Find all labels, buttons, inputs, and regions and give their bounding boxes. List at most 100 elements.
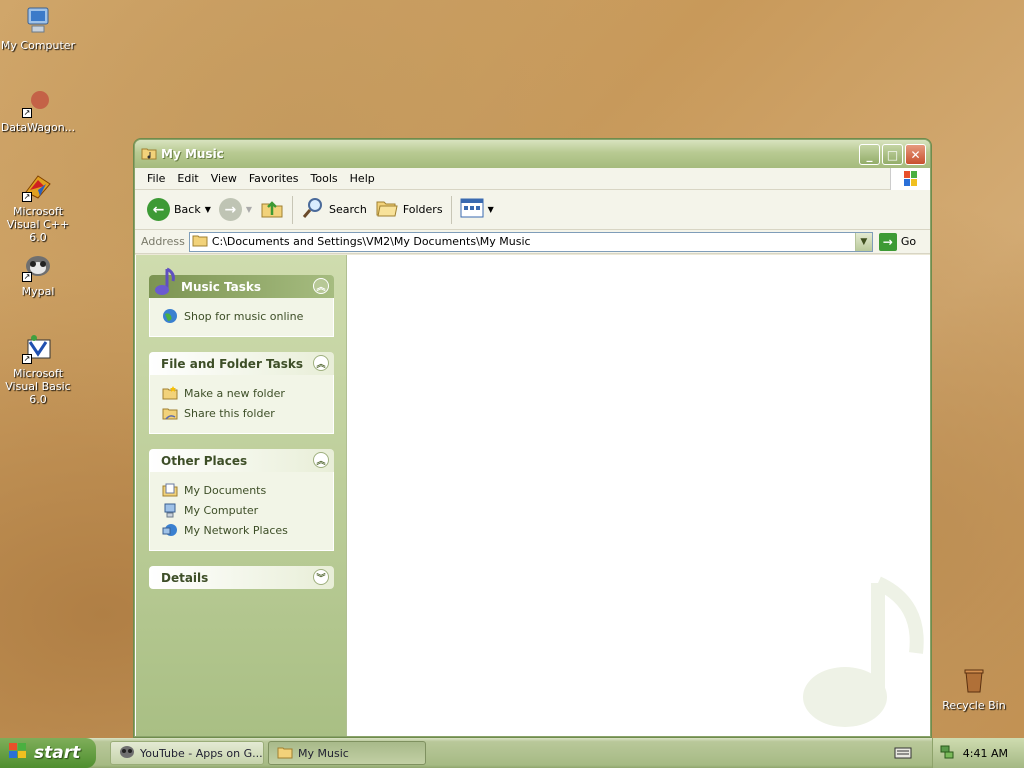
details-panel: Details ︾: [149, 566, 334, 589]
file-folder-tasks-body: Make a new folder Share this folder: [149, 375, 334, 434]
details-header[interactable]: Details ︾: [149, 566, 334, 589]
forward-arrow-icon: →: [218, 198, 242, 221]
mypal-raccoon-icon: [119, 744, 135, 763]
up-button[interactable]: [256, 194, 288, 226]
folders-icon: [375, 196, 399, 223]
desktop-icon-label: Microsoft Visual C++ 6.0: [6, 205, 70, 244]
start-label: start: [34, 743, 81, 763]
shop-music-online-label: Shop for music online: [184, 309, 304, 323]
desktop-icon-label: DataWagon...: [0, 121, 76, 134]
music-tasks-panel: Music Tasks ︽ Shop for music online: [149, 267, 334, 337]
music-tasks-body: Shop for music online: [149, 298, 334, 337]
back-dropdown-icon[interactable]: ▼: [205, 205, 211, 214]
views-dropdown-icon: ▼: [487, 205, 494, 214]
shortcut-arrow-icon: ↗: [22, 108, 32, 118]
my-network-places-link[interactable]: My Network Places: [162, 520, 323, 540]
desktop-icon-visual-cpp[interactable]: ↗ Microsoft Visual C++ 6.0: [0, 170, 78, 244]
file-folder-tasks-header[interactable]: File and Folder Tasks ︽: [149, 352, 334, 375]
taskbar: start YouTube - Apps on G... My Music 4:…: [0, 738, 1024, 768]
computer-icon: [162, 502, 178, 518]
desktop-icon-mypal[interactable]: ↗ Mypal: [0, 250, 78, 298]
desktop-icon-recycle-bin[interactable]: Recycle Bin: [934, 664, 1014, 712]
minimize-button[interactable]: _: [859, 144, 880, 165]
title-bar[interactable]: My Music _ □ ✕: [135, 140, 930, 168]
back-button[interactable]: ← Back ▼: [143, 194, 215, 226]
taskbar-item-my-music[interactable]: My Music: [268, 741, 426, 765]
address-label: Address: [141, 235, 185, 248]
shop-music-online-link[interactable]: Shop for music online: [162, 306, 323, 326]
address-bar: Address C:\Documents and Settings\VM2\My…: [135, 230, 930, 254]
visual-cpp-icon: ↗: [22, 170, 54, 202]
forward-dropdown-icon[interactable]: ▼: [246, 205, 252, 214]
collapse-chevron-icon[interactable]: ︽: [313, 452, 329, 468]
up-folder-icon: [260, 196, 284, 223]
task-pane: Music Tasks ︽ Shop for music online File…: [135, 255, 346, 736]
my-network-places-label: My Network Places: [184, 523, 288, 537]
toolbar-separator: [292, 195, 294, 224]
desktop-icon-my-computer[interactable]: My Computer: [0, 4, 78, 52]
go-label: Go: [900, 235, 917, 248]
search-label: Search: [329, 203, 367, 216]
music-note-icon: [151, 267, 179, 300]
search-button[interactable]: Search: [297, 194, 371, 226]
system-tray: 4:41 AM: [932, 738, 1024, 768]
window-body: Music Tasks ︽ Shop for music online File…: [135, 255, 930, 736]
menu-view[interactable]: View: [205, 172, 243, 185]
mypal-raccoon-icon: ↗: [22, 250, 54, 282]
address-input[interactable]: C:\Documents and Settings\VM2\My Documen…: [188, 231, 873, 252]
my-documents-icon: [162, 482, 178, 498]
menu-favorites[interactable]: Favorites: [243, 172, 305, 185]
network-tray-icon[interactable]: [939, 744, 955, 763]
desktop-icon-visual-basic[interactable]: ↗ Microsoft Visual Basic 6.0: [0, 332, 78, 406]
folders-label: Folders: [402, 203, 443, 216]
computer-icon: [22, 4, 54, 36]
make-new-folder-link[interactable]: Make a new folder: [162, 383, 323, 403]
back-arrow-icon: ←: [147, 198, 170, 221]
maximize-button[interactable]: □: [882, 144, 903, 165]
desktop-icon-label: My Computer: [0, 39, 76, 52]
shortcut-arrow-icon: ↗: [22, 192, 32, 202]
windows-flag-icon: [8, 742, 28, 765]
shortcut-arrow-icon: ↗: [22, 354, 32, 364]
other-places-header[interactable]: Other Places ︽: [149, 449, 334, 472]
menu-help[interactable]: Help: [344, 172, 381, 185]
address-dropdown-icon[interactable]: ▼: [854, 232, 872, 251]
clock[interactable]: 4:41 AM: [963, 747, 1008, 760]
taskbar-item-label: YouTube - Apps on G...: [140, 746, 263, 760]
windows-logo-icon: [890, 168, 930, 190]
share-folder-icon: [162, 405, 178, 421]
taskbar-item-youtube[interactable]: YouTube - Apps on G...: [110, 741, 264, 765]
details-title: Details: [161, 570, 209, 585]
collapse-chevron-icon[interactable]: ︽: [313, 278, 329, 294]
my-computer-link[interactable]: My Computer: [162, 500, 323, 520]
share-folder-link[interactable]: Share this folder: [162, 403, 323, 423]
desktop-icon-label: Recycle Bin: [942, 699, 1006, 712]
close-icon: ✕: [910, 147, 921, 162]
menu-file[interactable]: File: [141, 172, 171, 185]
expand-chevron-icon[interactable]: ︾: [313, 569, 329, 585]
other-places-panel: Other Places ︽ My Documents My Computer …: [149, 449, 334, 551]
taskbar-item-label: My Music: [298, 746, 349, 760]
share-folder-label: Share this folder: [184, 406, 275, 420]
music-tasks-header[interactable]: Music Tasks ︽: [149, 267, 334, 298]
start-button[interactable]: start: [0, 738, 96, 768]
visual-basic-icon: ↗: [22, 332, 54, 364]
make-new-folder-label: Make a new folder: [184, 386, 285, 400]
go-button[interactable]: → Go: [878, 232, 917, 251]
keyboard-icon[interactable]: [894, 746, 912, 763]
menu-edit[interactable]: Edit: [171, 172, 204, 185]
file-list-area[interactable]: [346, 255, 930, 736]
close-button[interactable]: ✕: [905, 144, 926, 165]
collapse-chevron-icon[interactable]: ︽: [313, 355, 329, 371]
forward-button[interactable]: → ▼: [215, 194, 256, 226]
my-documents-link[interactable]: My Documents: [162, 480, 323, 500]
window-title: My Music: [161, 147, 224, 161]
toolbar: ← Back ▼ → ▼ Search Folders ▼: [135, 190, 930, 230]
desktop-icon-datawagon[interactable]: ↗ DataWagon...: [0, 86, 78, 134]
file-folder-tasks-panel: File and Folder Tasks ︽ Make a new folde…: [149, 352, 334, 434]
menu-tools[interactable]: Tools: [305, 172, 344, 185]
folders-button[interactable]: Folders: [371, 194, 447, 226]
minimize-icon: _: [866, 147, 873, 162]
views-button[interactable]: ▼: [456, 194, 498, 226]
search-icon: [301, 196, 325, 223]
